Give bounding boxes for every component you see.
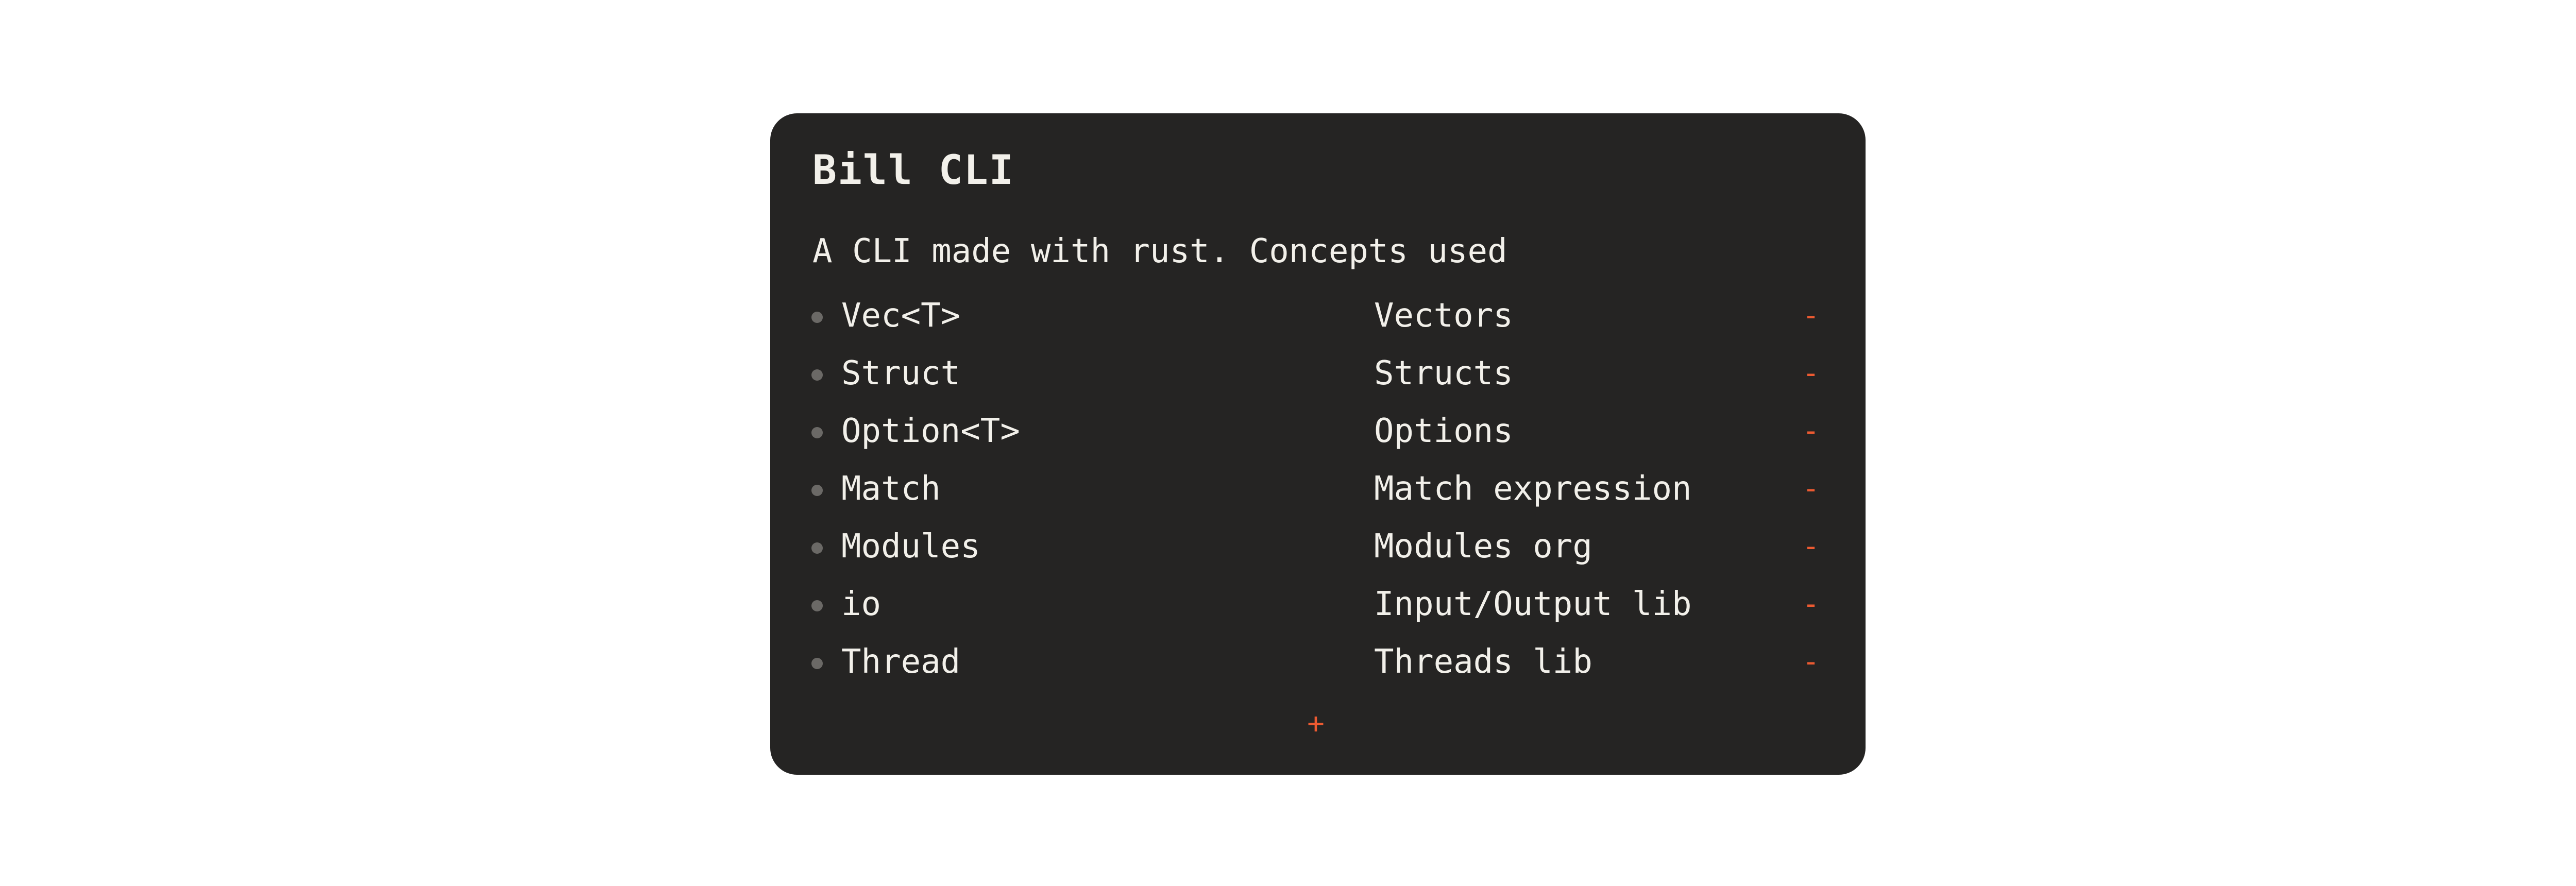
add-item-button[interactable]: +	[1298, 706, 1334, 742]
concept-description: Modules org	[1374, 527, 1592, 566]
concept-description: Options	[1374, 412, 1513, 450]
remove-item-button[interactable]: -	[1795, 357, 1826, 390]
concept-name: io	[841, 585, 882, 623]
list-item: Thread Threads lib -	[770, 645, 1866, 703]
concept-list: Vec<T> Vectors - Struct Structs - Option…	[770, 299, 1866, 703]
list-item: Struct Structs -	[770, 357, 1866, 415]
bullet-icon	[811, 485, 823, 496]
bullet-icon	[811, 542, 823, 554]
concept-description: Threads lib	[1374, 643, 1592, 681]
list-item: Modules Modules org -	[770, 530, 1866, 588]
list-item: Option<T> Options -	[770, 415, 1866, 472]
remove-item-button[interactable]: -	[1795, 645, 1826, 678]
concept-name: Struct	[841, 354, 961, 393]
concept-name: Modules	[841, 527, 980, 566]
card-subtitle: A CLI made with rust. Concepts used	[812, 232, 1507, 270]
remove-item-button[interactable]: -	[1795, 588, 1826, 621]
bullet-icon	[811, 427, 823, 438]
project-card: Bill CLI A CLI made with rust. Concepts …	[770, 113, 1866, 775]
list-item: io Input/Output lib -	[770, 588, 1866, 645]
concept-description: Input/Output lib	[1374, 585, 1692, 623]
bullet-icon	[811, 312, 823, 323]
concept-name: Thread	[841, 643, 961, 681]
list-item: Match Match expression -	[770, 472, 1866, 530]
card-title: Bill CLI	[812, 147, 1014, 194]
concept-description: Vectors	[1374, 297, 1513, 335]
remove-item-button[interactable]: -	[1795, 530, 1826, 563]
bullet-icon	[811, 600, 823, 611]
remove-item-button[interactable]: -	[1795, 472, 1826, 505]
list-item: Vec<T> Vectors -	[770, 299, 1866, 357]
bullet-icon	[811, 369, 823, 381]
bullet-icon	[811, 658, 823, 669]
concept-description: Structs	[1374, 354, 1513, 393]
concept-name: Option<T>	[841, 412, 1020, 450]
remove-item-button[interactable]: -	[1795, 415, 1826, 448]
concept-description: Match expression	[1374, 470, 1692, 508]
remove-item-button[interactable]: -	[1795, 299, 1826, 332]
concept-name: Match	[841, 470, 941, 508]
concept-name: Vec<T>	[841, 297, 961, 335]
